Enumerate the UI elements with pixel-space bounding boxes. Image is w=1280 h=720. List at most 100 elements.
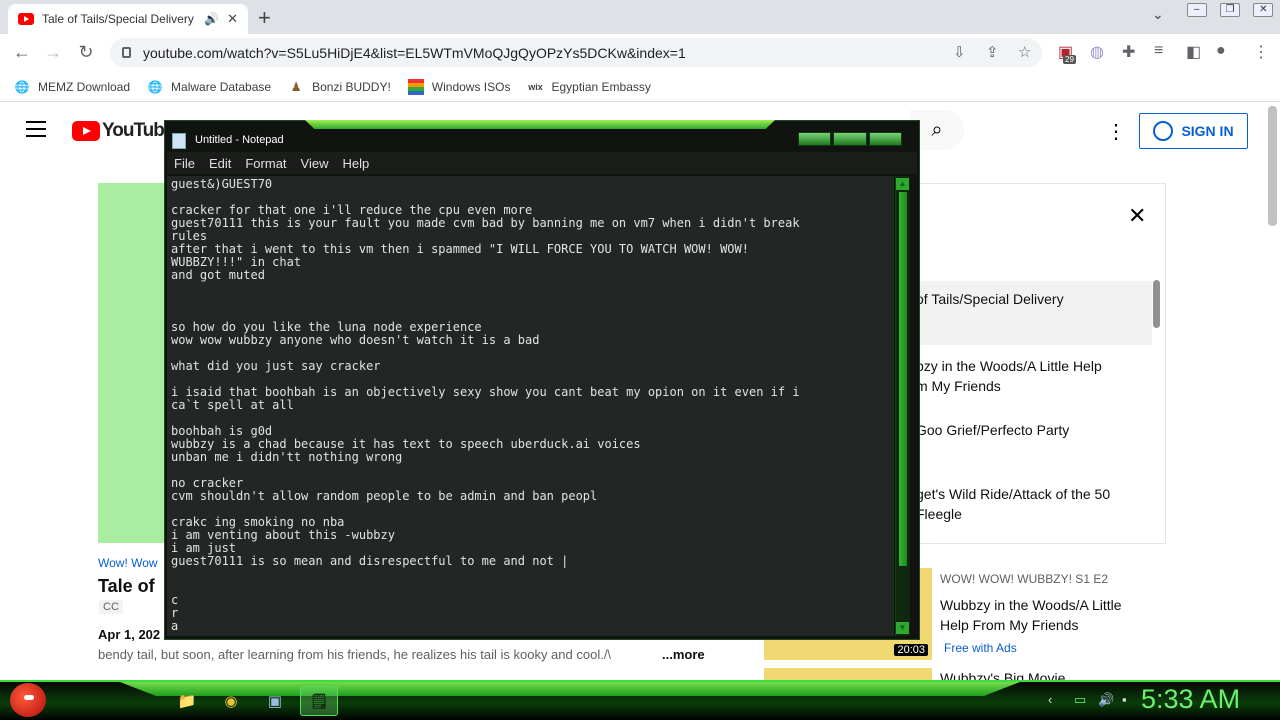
window-controls: – ❐ ✕ [1180,0,1280,20]
video-description: bendy tail, but soon, after learning fro… [98,647,612,662]
tray-chevron-icon[interactable]: ‹ [1048,692,1052,707]
network-icon[interactable]: ▭ [1074,692,1086,708]
notepad-menubar: File Edit Format View Help [167,152,917,174]
taskbar-clock[interactable]: 5:33 AM [1141,684,1240,715]
page-scrollbar[interactable] [1268,106,1277,226]
notepad-maximize-button[interactable] [833,132,867,146]
extension-flag-icon[interactable]: ◍ [1090,42,1104,62]
recommendation-series-tag: WOW! WOW! WUBBZY! S1 E2 [940,572,1108,586]
notepad-title-glow [305,120,775,129]
menu-edit[interactable]: Edit [202,156,238,171]
windows-flag-icon [407,78,424,95]
chrome-icon[interactable]: ◉ [212,686,250,716]
notepad-taskbar-icon[interactable]: 🗒 [300,686,338,716]
scroll-down-arrow-icon[interactable]: ▼ [896,622,909,634]
tab-title: Tale of Tails/Special Delivery [42,12,194,26]
menu-help[interactable]: Help [335,156,376,171]
media-queue-icon[interactable]: ≡ [1154,42,1163,60]
playlist-item-title: bzy in the Woods/A Little Help m My Frie… [916,358,1102,394]
browser-tab[interactable]: Tale of Tails/Special Delivery 🔊 ✕ [8,4,248,34]
minimize-button[interactable]: – [1186,3,1207,17]
scroll-up-arrow-icon[interactable]: ▲ [896,178,909,190]
wix-icon: wix [528,81,543,92]
forward-arrow-icon[interactable]: → [42,42,64,63]
new-tab-button[interactable]: + [258,5,271,31]
notepad-title: Untitled - Notepad [195,134,284,146]
playlist-item-title: get's Wild Ride/Attack of the 50 Fleegle [916,486,1111,522]
bookmark-bonzi-buddy[interactable]: ♟ Bonzi BUDDY! [288,79,391,95]
recommendation-thumbnail[interactable] [764,668,932,680]
video-title: Tale of [98,576,155,596]
bookmark-egyptian-embassy[interactable]: wix Egyptian Embassy [527,79,651,95]
more-link[interactable]: ...more [662,647,705,662]
bookmarks-bar: 🌐 MEMZ Download 🌐 Malware Database ♟ Bonzi … [0,72,1280,102]
lock-icon[interactable] [122,47,131,58]
profile-avatar-icon[interactable]: ● [1216,42,1226,60]
taskbar-glow [120,682,1020,696]
side-panel-icon[interactable]: ◧ [1186,42,1201,62]
restore-button[interactable]: ❐ [1219,3,1240,17]
notepad-scroll-thumb[interactable] [899,192,907,566]
menu-view[interactable]: View [294,156,336,171]
sign-in-button[interactable]: SIGN IN [1139,113,1248,149]
tab-search-chevron-icon[interactable]: ⌄ [1152,6,1164,23]
tab-close-icon[interactable]: ✕ [227,11,238,27]
notepad-icon [172,133,186,149]
back-arrow-icon[interactable]: ← [11,42,33,63]
playlist-panel: of Tails/Special Delivery bzy in the Woo… [912,183,1166,544]
bookmark-label: Windows ISOs [431,79,511,94]
account-icon [1153,121,1174,141]
bookmark-malware-database[interactable]: 🌐 Malware Database [147,79,272,95]
video-channel-link[interactable]: Wow! Wow [98,556,158,570]
chrome-menu-icon[interactable]: ⋮ [1253,42,1269,62]
notepad-text-area[interactable]: guest&)GUEST70 cracker for that one i'll… [167,176,894,636]
file-explorer-icon[interactable]: 📁 [168,686,206,716]
bookmark-star-icon[interactable]: ☆ [1018,43,1031,61]
url-text: youtube.com/watch?v=S5Lu5HiDjE4&list=EL5… [143,44,686,61]
menu-format[interactable]: Format [238,156,293,171]
playlist-item[interactable]: of Tails/Special Delivery [912,281,1152,345]
bookmark-label: Bonzi BUDDY! [312,79,391,94]
sign-in-label: SIGN IN [1181,123,1234,139]
video-player[interactable] [98,183,172,543]
install-app-icon[interactable]: ⇩ [953,43,966,61]
free-with-ads-badge: Free with Ads [944,641,1017,655]
playlist-item[interactable]: get's Wild Ride/Attack of the 50 Fleegle [912,484,1152,524]
playlist-item[interactable]: Goo Grief/Perfecto Party [912,420,1152,440]
share-icon[interactable]: ⇪ [986,43,999,61]
notepad-close-button[interactable] [868,132,902,146]
menu-file[interactable]: File [167,156,202,171]
playlist-close-icon[interactable]: ✕ [1128,203,1146,229]
speaker-icon[interactable]: 🔊 [204,12,219,26]
settings-dots-icon[interactable]: ⋮ [1106,119,1126,144]
bookmark-memz-download[interactable]: 🌐 MEMZ Download [14,79,131,95]
volume-icon[interactable]: 🔊 [1098,692,1114,708]
start-button-angry-bird-icon[interactable] [10,683,46,717]
hamburger-menu-icon[interactable] [26,121,46,142]
recommendation-title[interactable]: Wubbzy's Big Movie [940,668,1140,680]
globe-icon: 🌐 [147,79,163,94]
notepad-minimize-button[interactable] [798,132,832,146]
extension-badge: 29 [1063,55,1076,64]
recommendation-item[interactable]: Wubbzy's Big Movie [764,668,1264,680]
bookmark-label: Malware Database [171,79,272,94]
reload-icon[interactable]: ↻ [75,42,97,63]
puzzle-extensions-icon[interactable]: ✚ [1122,42,1135,62]
notification-icon[interactable]: ▪ [1122,692,1127,707]
playlist-item[interactable]: bzy in the Woods/A Little Help m My Frie… [912,356,1152,396]
address-bar[interactable]: youtube.com/watch?v=S5Lu5HiDjE4&list=EL5… [110,38,1042,67]
recommendation-title[interactable]: Wubbzy in the Woods/A Little Help From M… [940,595,1140,635]
bonzi-icon: ♟ [290,79,302,94]
remote-desktop-icon[interactable]: ▣ [256,686,294,716]
bookmark-label: Egyptian Embassy [551,79,651,94]
cc-badge: CC [99,600,123,614]
bookmark-label: MEMZ Download [38,79,131,94]
notepad-window-controls [798,132,902,146]
video-date: Apr 1, 202 [98,627,161,642]
close-window-button[interactable]: ✕ [1253,3,1274,17]
playlist-scrollbar[interactable] [1153,280,1160,328]
playlist-item-title: Goo Grief/Perfecto Party [916,422,1070,438]
bookmark-windows-isos[interactable]: Windows ISOs [407,78,511,95]
youtube-logo[interactable]: YouTube [72,120,174,142]
youtube-play-icon [72,121,100,141]
